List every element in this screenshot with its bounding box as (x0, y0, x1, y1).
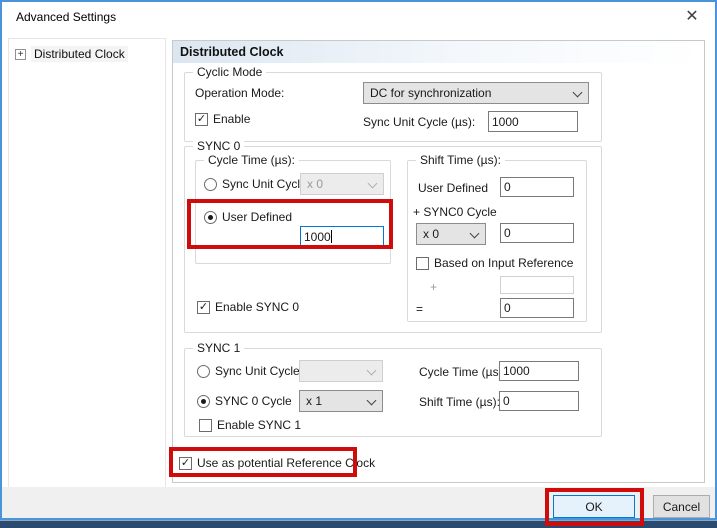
sync0-sync-unit-cycle-label: Sync Unit Cycle (222, 177, 307, 191)
use-as-reference-clock-label: Use as potential Reference Clock (197, 456, 375, 470)
based-on-input-reference-label: Based on Input Reference (434, 256, 573, 270)
input-reference-input (500, 276, 574, 294)
sync1-group-label: SYNC 1 (193, 341, 244, 355)
expand-plus-icon[interactable]: + (15, 49, 26, 60)
sync1-group: SYNC 1 Sync Unit Cycle SYNC 0 Cycle x 1 … (184, 348, 602, 437)
settings-tree: + Distributed Clock (8, 38, 166, 488)
shift-multiplier-result-input[interactable] (500, 223, 574, 243)
bottom-background-bar (0, 520, 717, 528)
sync0-user-defined-input[interactable]: 1000 (300, 226, 384, 248)
close-icon[interactable]: ✕ (681, 6, 703, 26)
sync-unit-cycle-label: Sync Unit Cycle (µs): (363, 115, 475, 129)
enable-sync1-label: Enable SYNC 1 (217, 418, 301, 432)
titlebar: Advanced Settings ✕ (2, 2, 715, 32)
sync0-group-label: SYNC 0 (193, 139, 244, 153)
checkbox-empty-icon (199, 419, 212, 432)
sync0-shift-time-group: Shift Time (µs): User Defined + SYNC0 Cy… (407, 160, 587, 322)
enable-sync0-checkbox[interactable]: ✓ Enable SYNC 0 (197, 300, 299, 314)
sync0-user-defined-radio[interactable]: User Defined (204, 210, 292, 224)
sync1-cycle-time-input[interactable] (499, 361, 579, 381)
sync-unit-cycle-input[interactable] (488, 111, 578, 132)
shift-user-defined-label: User Defined (418, 181, 488, 195)
enable-sync0-label: Enable SYNC 0 (215, 300, 299, 314)
sync0-cycle-time-group: Cycle Time (µs): Sync Unit Cycle x 0 Use… (195, 160, 391, 264)
checkbox-empty-icon (416, 257, 429, 270)
operation-mode-select[interactable]: DC for synchronization (363, 82, 589, 104)
operation-mode-value: DC for synchronization (370, 86, 491, 100)
cyclic-mode-group-label: Cyclic Mode (193, 65, 266, 79)
advanced-settings-dialog: Advanced Settings ✕ + Distributed Clock … (0, 0, 717, 528)
cyclic-mode-group: Cyclic Mode Operation Mode: DC for synch… (184, 72, 602, 142)
shift-multiplier-select[interactable]: x 0 (416, 223, 486, 245)
cycle-time-group-label: Cycle Time (µs): (204, 153, 299, 167)
sync1-sync-unit-cycle-label: Sync Unit Cycle (215, 364, 300, 378)
tree-item-distributed-clock[interactable]: + Distributed Clock (15, 45, 128, 63)
sync1-sync0-multiplier-value: x 1 (306, 394, 322, 408)
shift-user-defined-input[interactable] (500, 177, 574, 197)
sync1-sync0-cycle-label: SYNC 0 Cycle (215, 394, 292, 408)
sync1-sync-unit-cycle-radio[interactable]: Sync Unit Cycle (197, 364, 300, 378)
shift-time-group-label: Shift Time (µs): (416, 153, 505, 167)
window-title: Advanced Settings (16, 10, 116, 24)
tree-item-label: Distributed Clock (31, 46, 128, 62)
sync1-unit-multiplier-select (299, 360, 383, 382)
enable-sync1-checkbox[interactable]: Enable SYNC 1 (199, 418, 301, 432)
ok-button[interactable]: OK (553, 495, 635, 518)
sync1-cycle-time-label: Cycle Time (µs): (419, 365, 506, 379)
shift-multiplier-value: x 0 (423, 227, 439, 241)
radio-selected-icon (197, 395, 210, 408)
use-as-reference-clock-checkbox[interactable]: ✓ Use as potential Reference Clock (179, 456, 375, 470)
distributed-clock-panel: Distributed Clock Cyclic Mode Operation … (172, 40, 705, 483)
based-on-input-reference-checkbox[interactable]: Based on Input Reference (416, 256, 573, 270)
cancel-button[interactable]: Cancel (653, 495, 710, 518)
sync0-user-defined-label: User Defined (222, 210, 292, 224)
text-caret (331, 230, 332, 243)
sync0-user-defined-value: 1000 (304, 230, 331, 244)
radio-icon (197, 365, 210, 378)
radio-icon (204, 178, 217, 191)
sync1-shift-time-label: Shift Time (µs): (419, 395, 500, 409)
sync0-group: SYNC 0 Cycle Time (µs): Sync Unit Cycle … (184, 146, 602, 333)
panel-header: Distributed Clock (173, 41, 704, 63)
checkmark-icon: ✓ (179, 457, 192, 470)
sync1-shift-time-input[interactable] (499, 391, 579, 411)
sync0-multiplier-select: x 0 (300, 173, 384, 195)
radio-selected-icon (204, 211, 217, 224)
enable-checkbox[interactable]: ✓ Enable (195, 112, 250, 126)
shift-total-input[interactable] (500, 298, 574, 318)
equals-operator-label: = (416, 302, 423, 316)
operation-mode-label: Operation Mode: (195, 86, 284, 100)
sync1-sync0-multiplier-select[interactable]: x 1 (299, 390, 383, 412)
checkmark-icon: ✓ (197, 301, 210, 314)
plus-sync0-cycle-label: + SYNC0 Cycle (413, 205, 497, 219)
sync1-sync0-cycle-radio[interactable]: SYNC 0 Cycle (197, 394, 292, 408)
sync0-sync-unit-cycle-radio[interactable]: Sync Unit Cycle (204, 177, 307, 191)
plus-operator-label: + (430, 280, 437, 294)
checkmark-icon: ✓ (195, 113, 208, 126)
sync0-multiplier-value: x 0 (307, 177, 323, 191)
enable-label: Enable (213, 112, 250, 126)
